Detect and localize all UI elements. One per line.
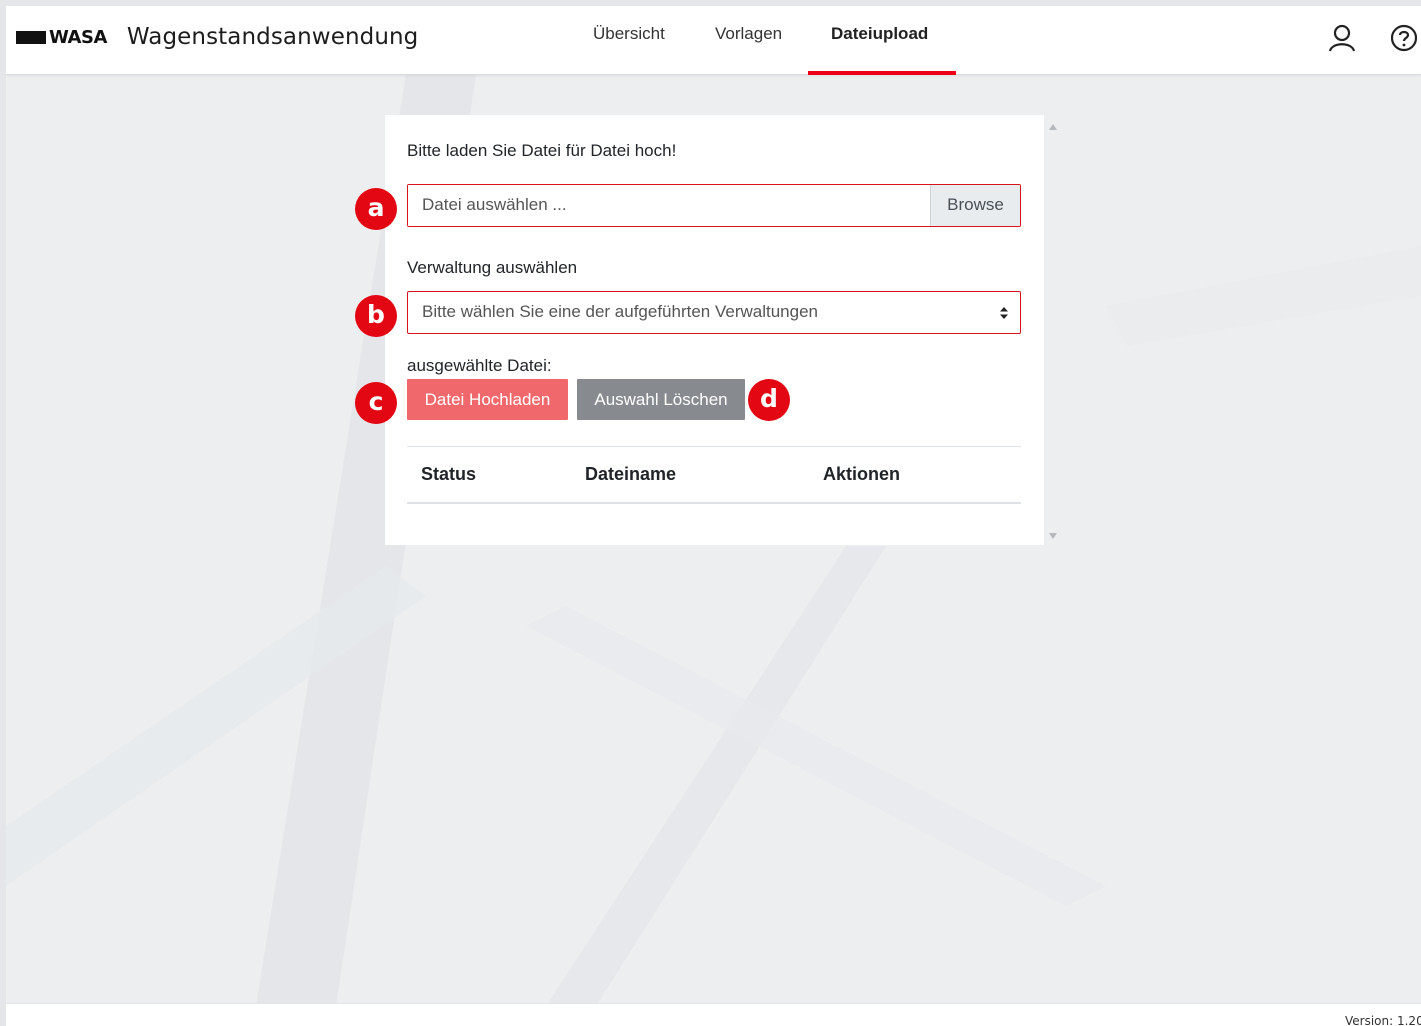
nav-item-dateiupload[interactable]: Dateiupload: [831, 24, 928, 44]
clear-selection-button[interactable]: Auswahl Löschen: [577, 379, 745, 420]
marker-a: a: [355, 188, 397, 230]
upload-button[interactable]: Datei Hochladen: [407, 379, 568, 420]
top-header: WASA Wagenstandsanwendung Übersicht Vorl…: [6, 6, 1421, 75]
active-nav-indicator: [808, 71, 956, 75]
select-caret-icon: [1000, 307, 1008, 319]
logo-text: WASA: [49, 26, 107, 48]
verwaltung-select[interactable]: Bitte wählen Sie eine der aufgeführten V…: [407, 291, 1021, 334]
help-icon[interactable]: [1389, 23, 1419, 53]
brand: WASA Wagenstandsanwendung: [16, 20, 418, 54]
upload-instruction: Bitte laden Sie Datei für Datei hoch!: [407, 141, 677, 160]
app-frame: WASA Wagenstandsanwendung Übersicht Vorl…: [6, 6, 1421, 1026]
version-text: Version: 1.20: [1345, 1014, 1421, 1026]
file-picker[interactable]: Datei auswählen ... Browse: [407, 184, 1021, 227]
verwaltung-label: Verwaltung auswählen: [407, 258, 578, 277]
table-top-border: [407, 446, 1021, 447]
scroll-down-icon[interactable]: [1049, 533, 1057, 539]
table-header-border: [407, 502, 1021, 504]
marker-d: d: [748, 379, 790, 421]
app-title: Wagenstandsanwendung: [126, 24, 419, 50]
column-header-aktionen: Aktionen: [823, 464, 901, 484]
nav-item-vorlagen[interactable]: Vorlagen: [715, 24, 782, 44]
marker-b: b: [355, 295, 397, 337]
verwaltung-select-value: Bitte wählen Sie eine der aufgeführten V…: [422, 302, 818, 321]
file-input[interactable]: Datei auswählen ...: [408, 185, 930, 226]
logo-mark: [16, 30, 46, 44]
selected-file-label: ausgewählte Datei:: [407, 356, 552, 375]
user-icon[interactable]: [1327, 23, 1357, 53]
column-header-status: Status: [421, 464, 477, 484]
marker-c: c: [355, 382, 397, 424]
browse-button[interactable]: Browse: [930, 185, 1020, 226]
upload-card: Bitte laden Sie Datei für Datei hoch! Da…: [385, 115, 1044, 545]
column-header-dateiname: Dateiname: [585, 464, 677, 484]
footer: Version: 1.20: [6, 1003, 1421, 1026]
scroll-up-icon[interactable]: [1049, 124, 1057, 130]
nav-item-uebersicht[interactable]: Übersicht: [593, 24, 665, 44]
